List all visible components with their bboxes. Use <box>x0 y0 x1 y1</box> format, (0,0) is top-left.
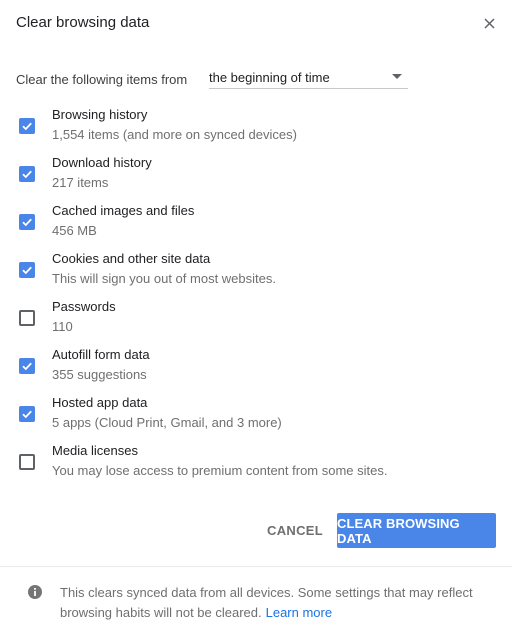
checkbox-label: Hosted app data <box>52 395 148 410</box>
checkbox-item[interactable]: Media licenses You may lose access to pre… <box>16 443 486 487</box>
checkbox-item[interactable]: Passwords 110 <box>16 299 486 343</box>
checkbox-label: Download history <box>52 155 152 170</box>
chevron-down-icon <box>392 74 402 79</box>
checkbox-description: 110 <box>52 319 73 334</box>
checkbox-description: 456 MB <box>52 223 97 238</box>
checkbox-label: Browsing history <box>52 107 148 122</box>
checkbox-checked[interactable] <box>19 358 35 374</box>
checkbox-description: 355 suggestions <box>52 367 147 382</box>
time-range-value: the beginning of time <box>209 70 330 85</box>
checkbox-checked[interactable] <box>19 406 35 422</box>
cancel-button[interactable]: CANCEL <box>258 513 332 548</box>
checkbox-description: This will sign you out of most websites. <box>52 271 276 286</box>
footer-text: This clears synced data from all devices… <box>60 583 490 623</box>
footer-info: This clears synced data from all devices… <box>0 566 512 636</box>
checkbox-item[interactable]: Autofill form data 355 suggestions <box>16 347 486 391</box>
checkbox-description: 217 items <box>52 175 109 190</box>
checkbox-item[interactable]: Download history 217 items <box>16 155 486 199</box>
checkbox-unchecked[interactable] <box>19 454 35 470</box>
checkbox-checked[interactable] <box>19 214 35 230</box>
check-icon <box>22 122 32 131</box>
checkbox-label: Passwords <box>52 299 116 314</box>
checkbox-unchecked[interactable] <box>19 310 35 326</box>
learn-more-link[interactable]: Learn more <box>266 605 332 620</box>
check-icon <box>22 218 32 227</box>
time-range-label: Clear the following items from <box>16 72 188 87</box>
checkbox-label: Cached images and files <box>52 203 195 218</box>
time-range-dropdown[interactable]: the beginning of time <box>209 66 408 89</box>
checkbox-item[interactable]: Browsing history 1,554 items (and more on… <box>16 107 486 151</box>
time-range-row: Clear the following items from the begin… <box>16 66 416 90</box>
checkbox-label: Autofill form data <box>52 347 150 362</box>
dialog-title: Clear browsing data <box>16 14 150 31</box>
checkbox-description: 5 apps (Cloud Print, Gmail, and 3 more) <box>52 415 282 430</box>
checkbox-item[interactable]: Hosted app data 5 apps (Cloud Print, Gmai… <box>16 395 486 439</box>
checkbox-checked[interactable] <box>19 166 35 182</box>
checkbox-description: 1,554 items (and more on synced devices) <box>52 127 297 142</box>
checkbox-label: Media licenses <box>52 443 138 458</box>
checkbox-description: You may lose access to premium content f… <box>52 463 388 478</box>
check-icon <box>22 170 32 179</box>
clear-browsing-data-dialog: Clear browsing data Clear the following … <box>0 0 512 636</box>
close-icon[interactable] <box>481 15 498 32</box>
check-icon <box>22 266 32 275</box>
clear-browsing-data-button[interactable]: CLEAR BROWSING DATA <box>337 513 496 548</box>
check-icon <box>22 362 32 371</box>
checkbox-item[interactable]: Cookies and other site data This will sig… <box>16 251 486 295</box>
checkbox-checked[interactable] <box>19 262 35 278</box>
checkbox-item[interactable]: Cached images and files 456 MB <box>16 203 486 247</box>
info-icon <box>27 584 43 600</box>
check-icon <box>22 410 32 419</box>
checkbox-label: Cookies and other site data <box>52 251 211 266</box>
checkbox-checked[interactable] <box>19 118 35 134</box>
